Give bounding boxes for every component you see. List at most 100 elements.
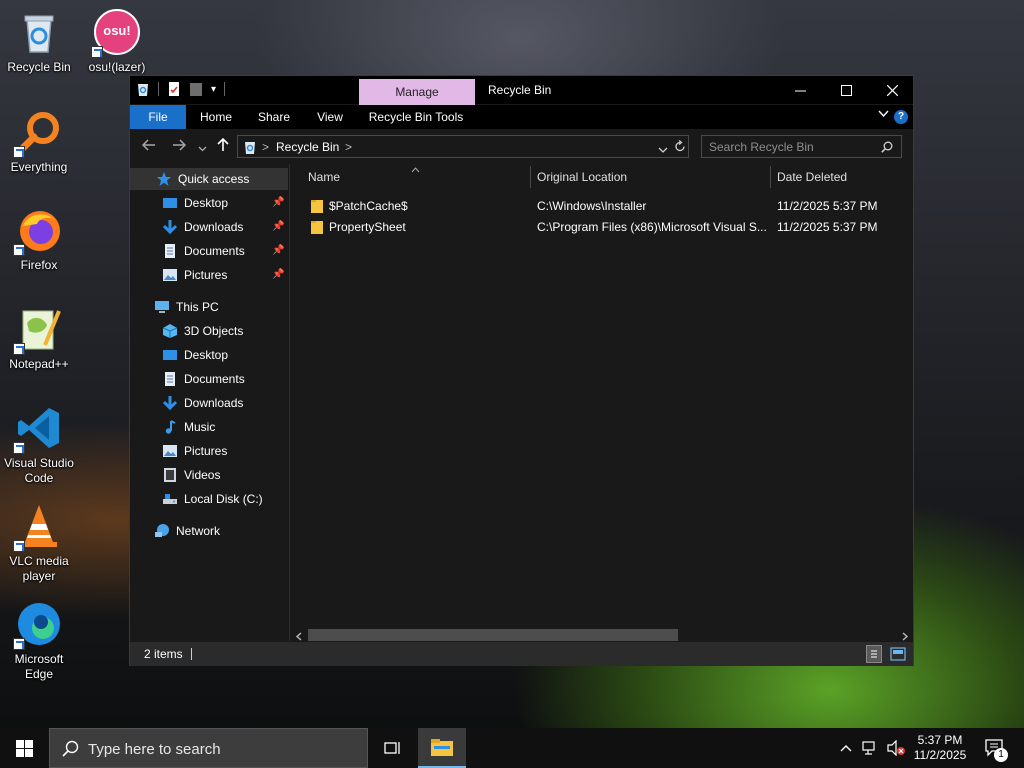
nav-quick-documents[interactable]: Documents: [162, 240, 245, 262]
show-hidden-icons-chevron-icon[interactable]: [836, 728, 856, 768]
desktop-folder-icon: [162, 195, 178, 211]
network-status-icon[interactable]: [861, 728, 881, 768]
nav-item-label: Documents: [184, 372, 245, 386]
column-header-original-location[interactable]: Original Location: [537, 164, 767, 190]
help-icon[interactable]: ?: [894, 110, 908, 124]
pin-icon[interactable]: 📌: [272, 245, 284, 256]
nav-item-label: Music: [184, 420, 216, 434]
horizontal-scrollbar[interactable]: [291, 627, 913, 642]
volume-muted-icon[interactable]: [884, 728, 908, 768]
desktop-icon-label: osu!(lazer): [88, 60, 146, 74]
search-input[interactable]: [709, 139, 879, 155]
desktop-icon-label: Recycle Bin: [7, 60, 71, 74]
file-row[interactable]: PropertySheet C:\Program Files (x86)\Mic…: [291, 217, 913, 238]
nav-downloads[interactable]: Downloads: [162, 392, 243, 414]
desktop-icon-everything[interactable]: Everything: [0, 108, 78, 175]
action-center-button[interactable]: 1: [980, 728, 1010, 768]
breadcrumb-recycle-bin[interactable]: Recycle Bin: [276, 140, 339, 154]
videos-icon: [162, 467, 178, 483]
clock[interactable]: 5:37 PM 11/2/2025: [908, 728, 972, 768]
shortcut-arrow-icon: [91, 46, 103, 58]
desktop-icon-edge[interactable]: Microsoft Edge: [0, 600, 78, 682]
column-divider[interactable]: [770, 166, 771, 188]
desktop-icon-recycle-bin[interactable]: Recycle Bin: [0, 8, 78, 75]
nav-desktop[interactable]: Desktop: [162, 344, 228, 366]
file-name: PropertySheet: [329, 220, 406, 234]
nav-quick-pictures[interactable]: Pictures: [162, 264, 227, 286]
pin-icon[interactable]: 📌: [272, 221, 284, 232]
notification-count-badge: 1: [994, 748, 1008, 762]
scrollbar-thumb[interactable]: [308, 629, 678, 641]
desktop-icon-notepad-plus-plus[interactable]: Notepad++: [0, 305, 78, 372]
nav-network[interactable]: Network: [154, 520, 220, 542]
nav-item-label: 3D Objects: [184, 324, 244, 338]
desktop-icon-osu[interactable]: osu! osu!(lazer): [78, 8, 156, 75]
taskbar-search-input[interactable]: [88, 739, 358, 759]
recent-locations-chevron-icon[interactable]: [198, 140, 207, 157]
up-button[interactable]: [216, 137, 230, 156]
osu-badge-text: osu!: [103, 23, 131, 38]
address-bar[interactable]: > Recycle Bin >: [237, 135, 689, 158]
notepad-plus-plus-icon: [13, 305, 63, 355]
tab-file[interactable]: File: [130, 105, 186, 129]
downloads-icon: [162, 219, 178, 235]
close-button[interactable]: [869, 76, 915, 104]
desktop-icon-firefox[interactable]: Firefox: [0, 206, 78, 273]
expand-ribbon-icon[interactable]: [878, 108, 889, 122]
tab-recycle-bin-tools[interactable]: Recycle Bin Tools: [363, 105, 469, 129]
address-row: > Recycle Bin >: [130, 130, 913, 163]
desktop-icon-vscode[interactable]: Visual Studio Code: [0, 404, 78, 486]
nav-item-label: Pictures: [184, 268, 228, 282]
tab-home[interactable]: Home: [192, 105, 240, 129]
nav-videos[interactable]: Videos: [162, 464, 220, 486]
taskbar-search-box[interactable]: [49, 728, 368, 768]
refresh-icon[interactable]: [674, 139, 686, 156]
address-chevron[interactable]: >: [345, 140, 352, 154]
nav-this-pc[interactable]: This PC: [154, 296, 219, 318]
nav-music[interactable]: Music: [162, 416, 215, 438]
nav-quick-access[interactable]: Quick access: [130, 168, 288, 190]
large-icons-view-icon[interactable]: [890, 646, 906, 665]
nav-pictures[interactable]: Pictures: [162, 440, 227, 462]
address-chevron[interactable]: >: [262, 140, 269, 154]
nav-quick-downloads[interactable]: Downloads: [162, 216, 243, 238]
pin-icon[interactable]: 📌: [272, 269, 284, 280]
minimize-button[interactable]: [777, 76, 823, 104]
back-button[interactable]: [141, 138, 156, 156]
computer-icon: [154, 299, 170, 315]
recycle-bin-icon: [15, 8, 63, 56]
file-row[interactable]: $PatchCache$ C:\Windows\Installer 11/2/2…: [291, 196, 913, 217]
column-header-name[interactable]: Name: [308, 164, 528, 190]
pictures-icon: [162, 267, 178, 283]
new-folder-icon[interactable]: [189, 81, 203, 97]
pin-icon[interactable]: 📌: [272, 197, 284, 208]
manage-contextual-tab[interactable]: Manage: [359, 79, 475, 105]
nav-quick-desktop[interactable]: Desktop: [162, 192, 228, 214]
status-bar: 2 items: [130, 642, 913, 666]
nav-item-label: Documents: [184, 244, 245, 258]
search-box[interactable]: [701, 135, 902, 158]
properties-icon[interactable]: [167, 81, 181, 97]
customize-toolbar-icon[interactable]: ▾: [211, 84, 216, 95]
star-icon: [156, 171, 172, 187]
address-history-chevron-icon[interactable]: [658, 143, 668, 157]
column-header-date-deleted[interactable]: Date Deleted: [777, 164, 897, 190]
column-divider[interactable]: [530, 166, 531, 188]
tab-view[interactable]: View: [306, 105, 354, 129]
details-view-icon[interactable]: [866, 645, 882, 663]
edge-icon: [13, 600, 63, 650]
maximize-button[interactable]: [823, 76, 869, 104]
task-view-button[interactable]: [369, 728, 417, 768]
desktop-icon-vlc[interactable]: VLC media player: [0, 502, 78, 584]
tab-share[interactable]: Share: [248, 105, 300, 129]
nav-3d-objects[interactable]: 3D Objects: [162, 320, 243, 342]
nav-documents[interactable]: Documents: [162, 368, 245, 390]
nav-item-label: Downloads: [184, 396, 244, 410]
forward-button[interactable]: [172, 138, 187, 156]
nav-local-disk[interactable]: Local Disk (C:): [162, 488, 263, 510]
title-bar: ▾ Manage Recycle Bin: [130, 76, 915, 105]
drive-icon: [162, 491, 178, 507]
start-button[interactable]: [0, 728, 48, 768]
file-name: $PatchCache$: [329, 199, 408, 213]
file-explorer-taskbar-button[interactable]: [418, 728, 466, 768]
